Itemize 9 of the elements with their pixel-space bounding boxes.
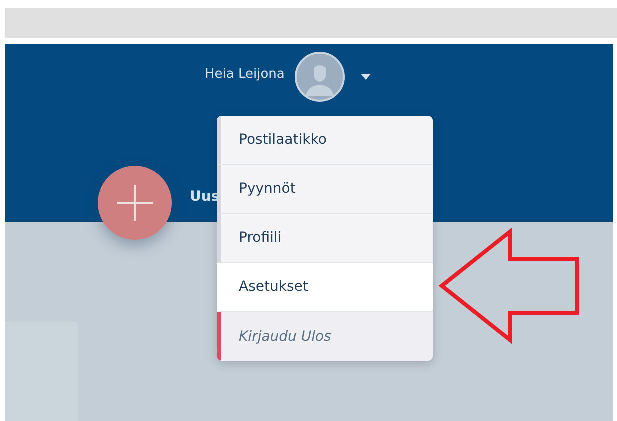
menu-item[interactable]: Profiili: [217, 214, 433, 263]
menu-item[interactable]: Postilaatikko: [217, 116, 433, 165]
menu-item[interactable]: Kirjaudu Ulos: [217, 312, 433, 361]
caret-icon[interactable]: [360, 74, 371, 80]
plus-icon: [115, 183, 155, 223]
user-name: Heia Leijona: [205, 67, 285, 82]
avatar-icon[interactable]: [294, 52, 345, 102]
menu-item[interactable]: Pyynnöt: [217, 165, 433, 214]
menu-item[interactable]: Asetukset: [217, 263, 433, 312]
